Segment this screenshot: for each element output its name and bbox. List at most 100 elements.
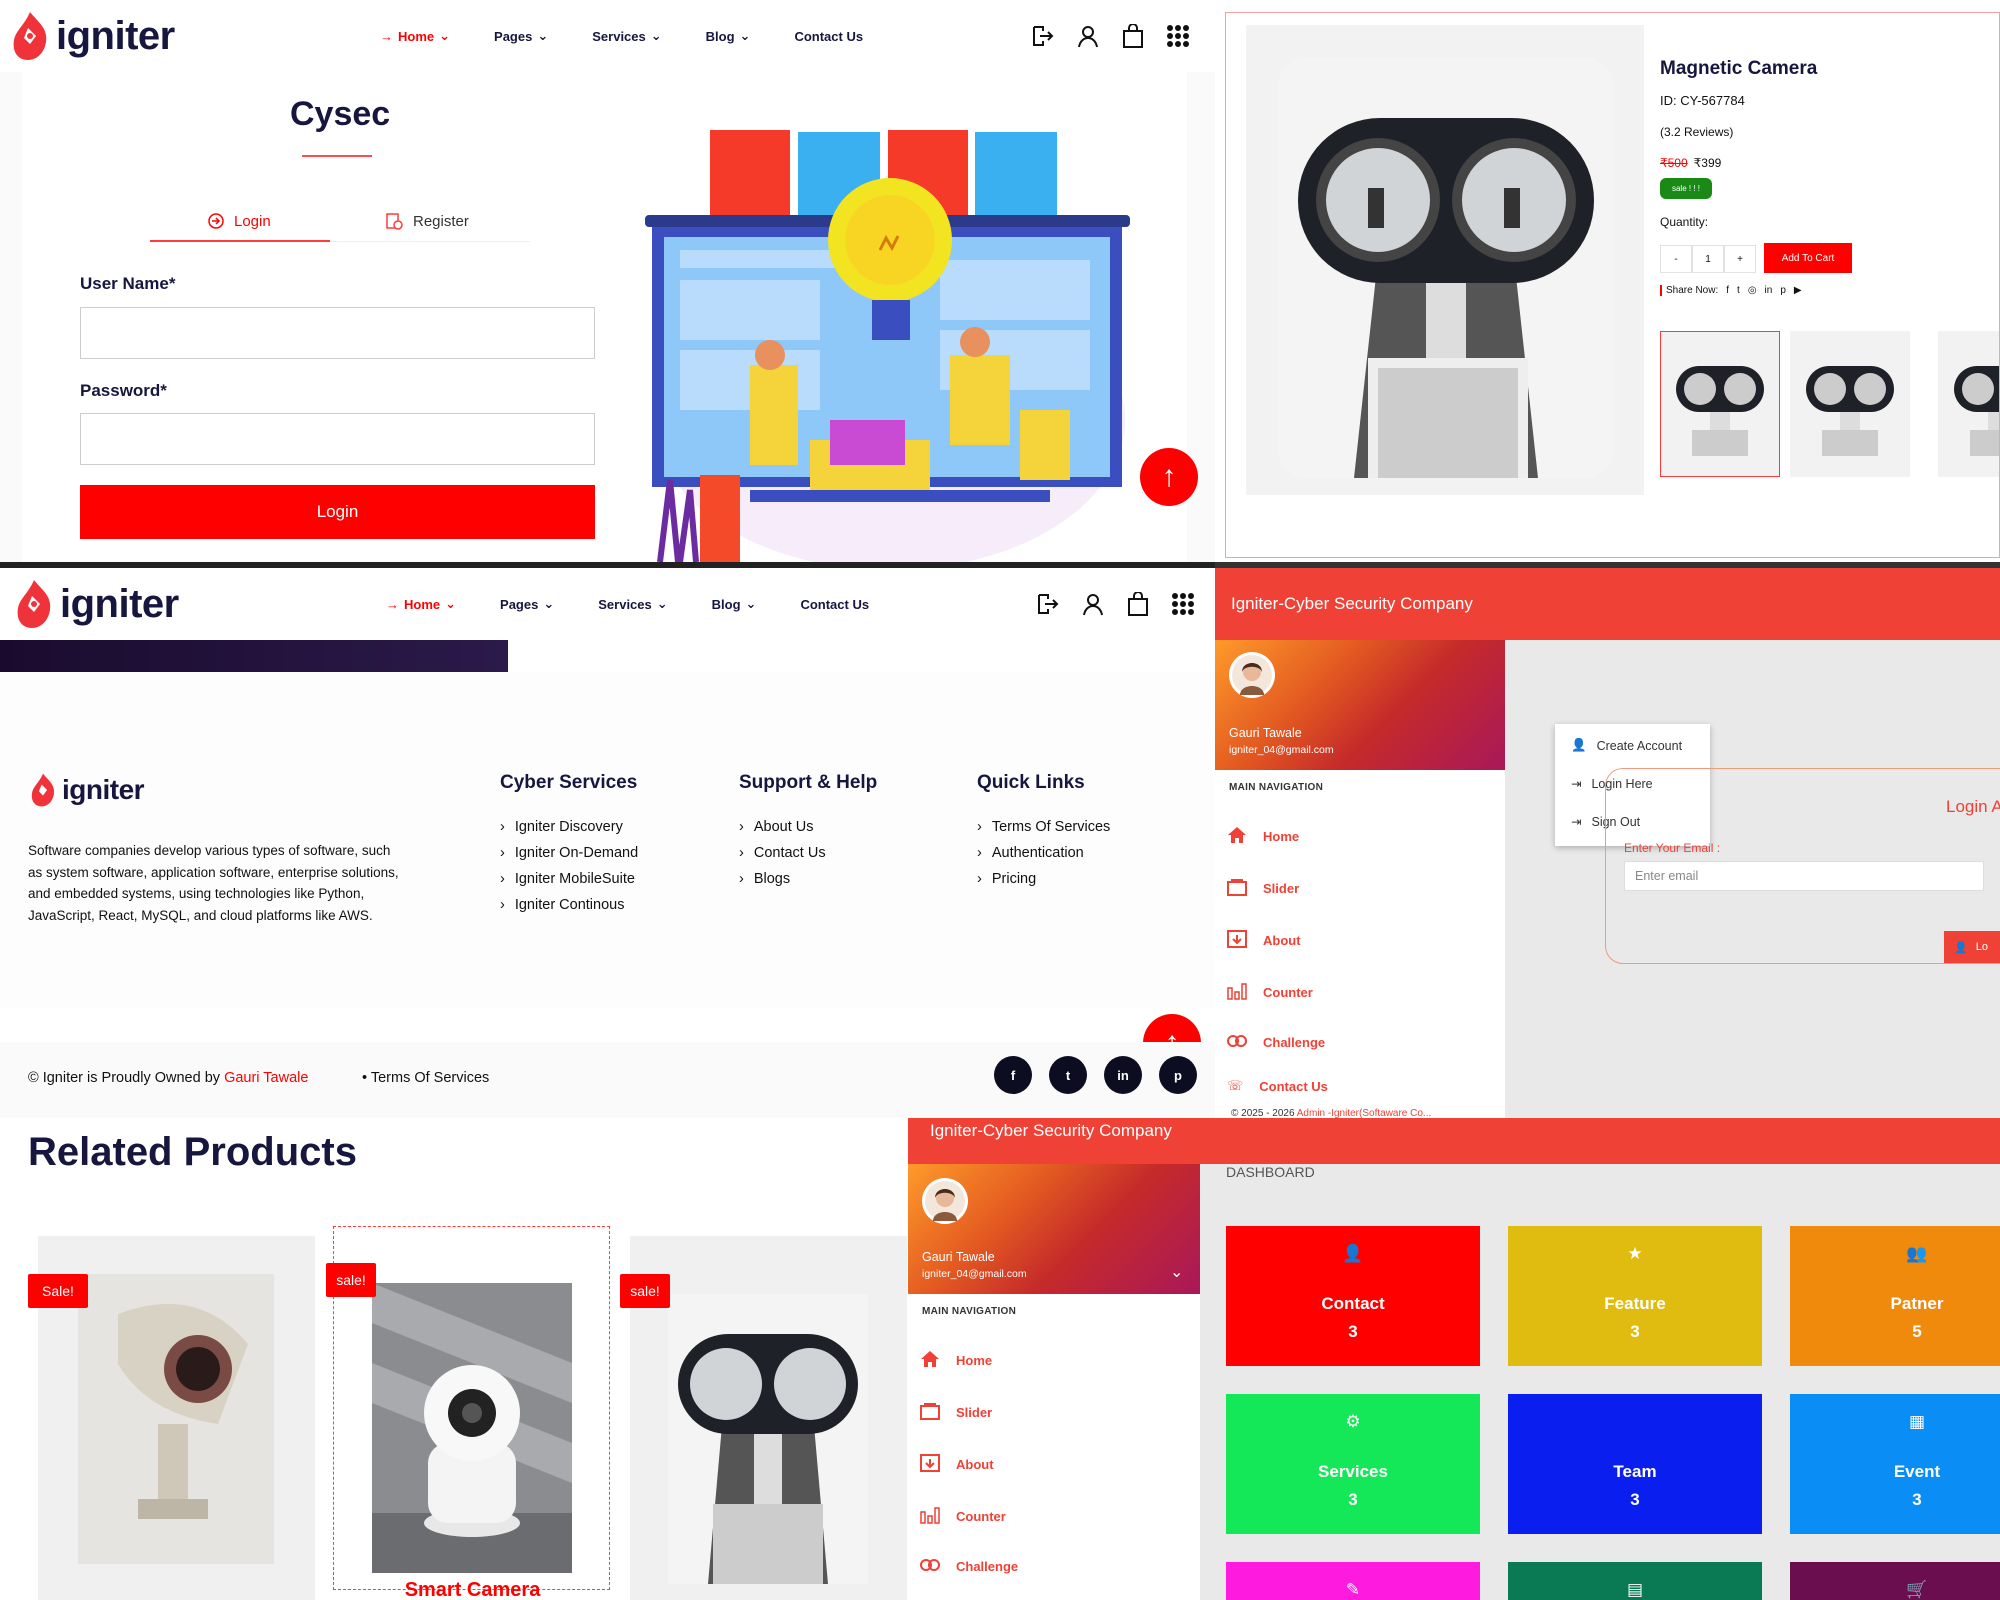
product-thumbnail[interactable] xyxy=(1660,331,1780,477)
sidebar-item-slider[interactable]: Slider xyxy=(920,1402,992,1423)
logout-icon[interactable] xyxy=(1030,24,1054,48)
youtube-icon[interactable]: ▶ xyxy=(1794,285,1802,296)
instagram-icon[interactable]: ◎ xyxy=(1748,285,1757,296)
footer-link[interactable]: › Blogs xyxy=(739,871,877,887)
pinterest-icon[interactable]: p xyxy=(1159,1056,1197,1094)
dashboard-tile[interactable]: ▤ xyxy=(1508,1562,1762,1600)
product-card[interactable]: sale! Smart Camera xyxy=(326,1226,610,1600)
nav-services[interactable]: Services ⌄ xyxy=(598,596,667,612)
nav-contact[interactable]: Contact Us xyxy=(800,596,869,612)
product-thumbnail[interactable] xyxy=(1938,331,1999,477)
product-thumbnail[interactable] xyxy=(1790,331,1910,477)
create-account-item[interactable]: 👤 Create Account xyxy=(1571,738,1682,753)
scroll-to-top-button[interactable]: ↑ xyxy=(1140,448,1198,506)
quantity-decrease-button[interactable]: - xyxy=(1660,245,1692,273)
footer-link[interactable]: › Igniter On-Demand xyxy=(500,845,638,861)
dashboard-tile-feature[interactable]: ★ Feature 3 xyxy=(1508,1226,1762,1366)
sidebar-item-counter[interactable]: Counter xyxy=(920,1506,1006,1527)
footer-description: Software companies develop various types… xyxy=(28,843,399,923)
admin-login-button[interactable]: 👤 Lo xyxy=(1944,931,2000,963)
dashboard-tile[interactable]: ✎ xyxy=(1226,1562,1480,1600)
product-reviews[interactable]: (3.2 Reviews) xyxy=(1660,125,1733,139)
nav-services[interactable]: Services ⌄ xyxy=(592,28,661,44)
avatar[interactable] xyxy=(1229,652,1275,698)
register-icon xyxy=(385,212,403,230)
login-button[interactable]: Login xyxy=(80,485,595,539)
footer-logo[interactable]: igniter xyxy=(28,772,145,808)
twitter-icon[interactable]: t xyxy=(1737,285,1740,296)
nav-home[interactable]: → Home ⌄ xyxy=(380,28,450,44)
sidebar-item-challenge[interactable]: Challenge xyxy=(1227,1034,1325,1051)
product-price: ₹500 ₹399 xyxy=(1660,156,1721,170)
dashboard-tile-event[interactable]: ▦ Event 3 xyxy=(1790,1394,2000,1534)
footer-link[interactable]: › Igniter MobileSuite xyxy=(500,871,638,887)
grid-menu-icon[interactable] xyxy=(1171,592,1195,616)
footer-link[interactable]: › Igniter Continous xyxy=(500,897,638,913)
terms-link[interactable]: • Terms Of Services xyxy=(362,1070,489,1086)
twitter-icon[interactable]: t xyxy=(1049,1056,1087,1094)
facebook-icon[interactable]: f xyxy=(994,1056,1032,1094)
footer-link[interactable]: › Contact Us xyxy=(739,845,877,861)
dashboard-tile-patner[interactable]: 👥 Patner 5 xyxy=(1790,1226,2000,1366)
brand-logo[interactable]: igniter xyxy=(12,578,179,630)
user-icon[interactable] xyxy=(1076,24,1100,48)
product-card[interactable]: Sale! xyxy=(28,1236,315,1600)
sidebar-item-about[interactable]: About xyxy=(1227,930,1301,951)
chevron-down-icon[interactable]: ⌄ xyxy=(1170,1262,1183,1282)
nav-contact[interactable]: Contact Us xyxy=(794,28,863,44)
quantity-increase-button[interactable]: + xyxy=(1724,245,1756,273)
sidebar-item-counter[interactable]: Counter xyxy=(1227,982,1313,1003)
footer-link[interactable]: › Igniter Discovery xyxy=(500,819,638,835)
shopping-bag-icon[interactable] xyxy=(1122,24,1144,48)
group-icon: 👥 xyxy=(1906,1244,1928,1263)
sidebar-item-slider[interactable]: Slider xyxy=(1227,878,1299,899)
login-icon: ⇥ xyxy=(1571,777,1582,791)
phone-icon: ☏ xyxy=(1227,1078,1244,1093)
sidebar-item-home[interactable]: Home xyxy=(920,1350,992,1371)
footer-link[interactable]: › Authentication xyxy=(977,845,1110,861)
dashboard-tile[interactable]: 🛒 xyxy=(1790,1562,2000,1600)
brand-logo[interactable]: igniter xyxy=(8,10,175,62)
nav-pages[interactable]: Pages ⌄ xyxy=(494,28,548,44)
facebook-icon[interactable]: f xyxy=(1726,285,1729,296)
add-to-cart-button[interactable]: Add To Cart xyxy=(1764,243,1852,273)
dashboard-tile-team[interactable]: Team 3 xyxy=(1508,1394,1762,1534)
nav-pages[interactable]: Pages ⌄ xyxy=(500,596,554,612)
tab-login[interactable]: Login xyxy=(208,200,271,242)
security-camera-image xyxy=(78,1274,274,1564)
quantity-value[interactable]: 1 xyxy=(1692,245,1724,273)
email-field[interactable]: Enter email xyxy=(1624,861,1984,891)
sidebar-item-challenge[interactable]: Challenge xyxy=(920,1558,1018,1575)
sidebar-item-contact[interactable]: ☏ Contact Us xyxy=(1227,1078,1328,1094)
product-name[interactable]: Smart Camera xyxy=(334,1579,611,1600)
dashboard-tile-contact[interactable]: 👤 Contact 3 xyxy=(1226,1226,1480,1366)
pinterest-icon[interactable]: p xyxy=(1780,285,1786,296)
shopping-bag-icon[interactable] xyxy=(1127,592,1149,616)
username-field[interactable] xyxy=(80,307,595,359)
password-field[interactable] xyxy=(80,413,595,465)
footer-link[interactable]: › Pricing xyxy=(977,871,1110,887)
quantity-label: Quantity: xyxy=(1660,215,1709,229)
sidebar-item-home[interactable]: Home xyxy=(1227,826,1299,847)
sidebar-item-about[interactable]: About xyxy=(920,1454,994,1475)
user-icon[interactable] xyxy=(1081,592,1105,616)
tab-register[interactable]: Register xyxy=(385,200,469,242)
login-icon xyxy=(208,213,224,229)
footer-link[interactable]: › About Us xyxy=(739,819,877,835)
star-icon: ★ xyxy=(1627,1244,1643,1263)
nav-blog[interactable]: Blog ⌄ xyxy=(712,596,757,612)
nav-blog[interactable]: Blog ⌄ xyxy=(706,28,751,44)
product-card[interactable]: sale! xyxy=(620,1236,907,1600)
profile-header: Gauri Tawale igniter_04@gmail.com ⌄ xyxy=(908,1164,1200,1294)
linkedin-icon[interactable]: in xyxy=(1765,285,1773,296)
logout-icon[interactable] xyxy=(1035,592,1059,616)
bar-chart-icon xyxy=(920,1506,940,1527)
dashboard-tile-services[interactable]: ⚙ Services 3 xyxy=(1226,1394,1480,1534)
profile-header: Gauri Tawale igniter_04@gmail.com xyxy=(1215,640,1505,770)
linkedin-icon[interactable]: in xyxy=(1104,1056,1142,1094)
owner-link[interactable]: Gauri Tawale xyxy=(224,1070,308,1086)
footer-link[interactable]: › Terms Of Services xyxy=(977,819,1110,835)
avatar[interactable] xyxy=(922,1178,968,1224)
nav-home[interactable]: → Home ⌄ xyxy=(386,596,456,612)
grid-menu-icon[interactable] xyxy=(1166,24,1190,48)
